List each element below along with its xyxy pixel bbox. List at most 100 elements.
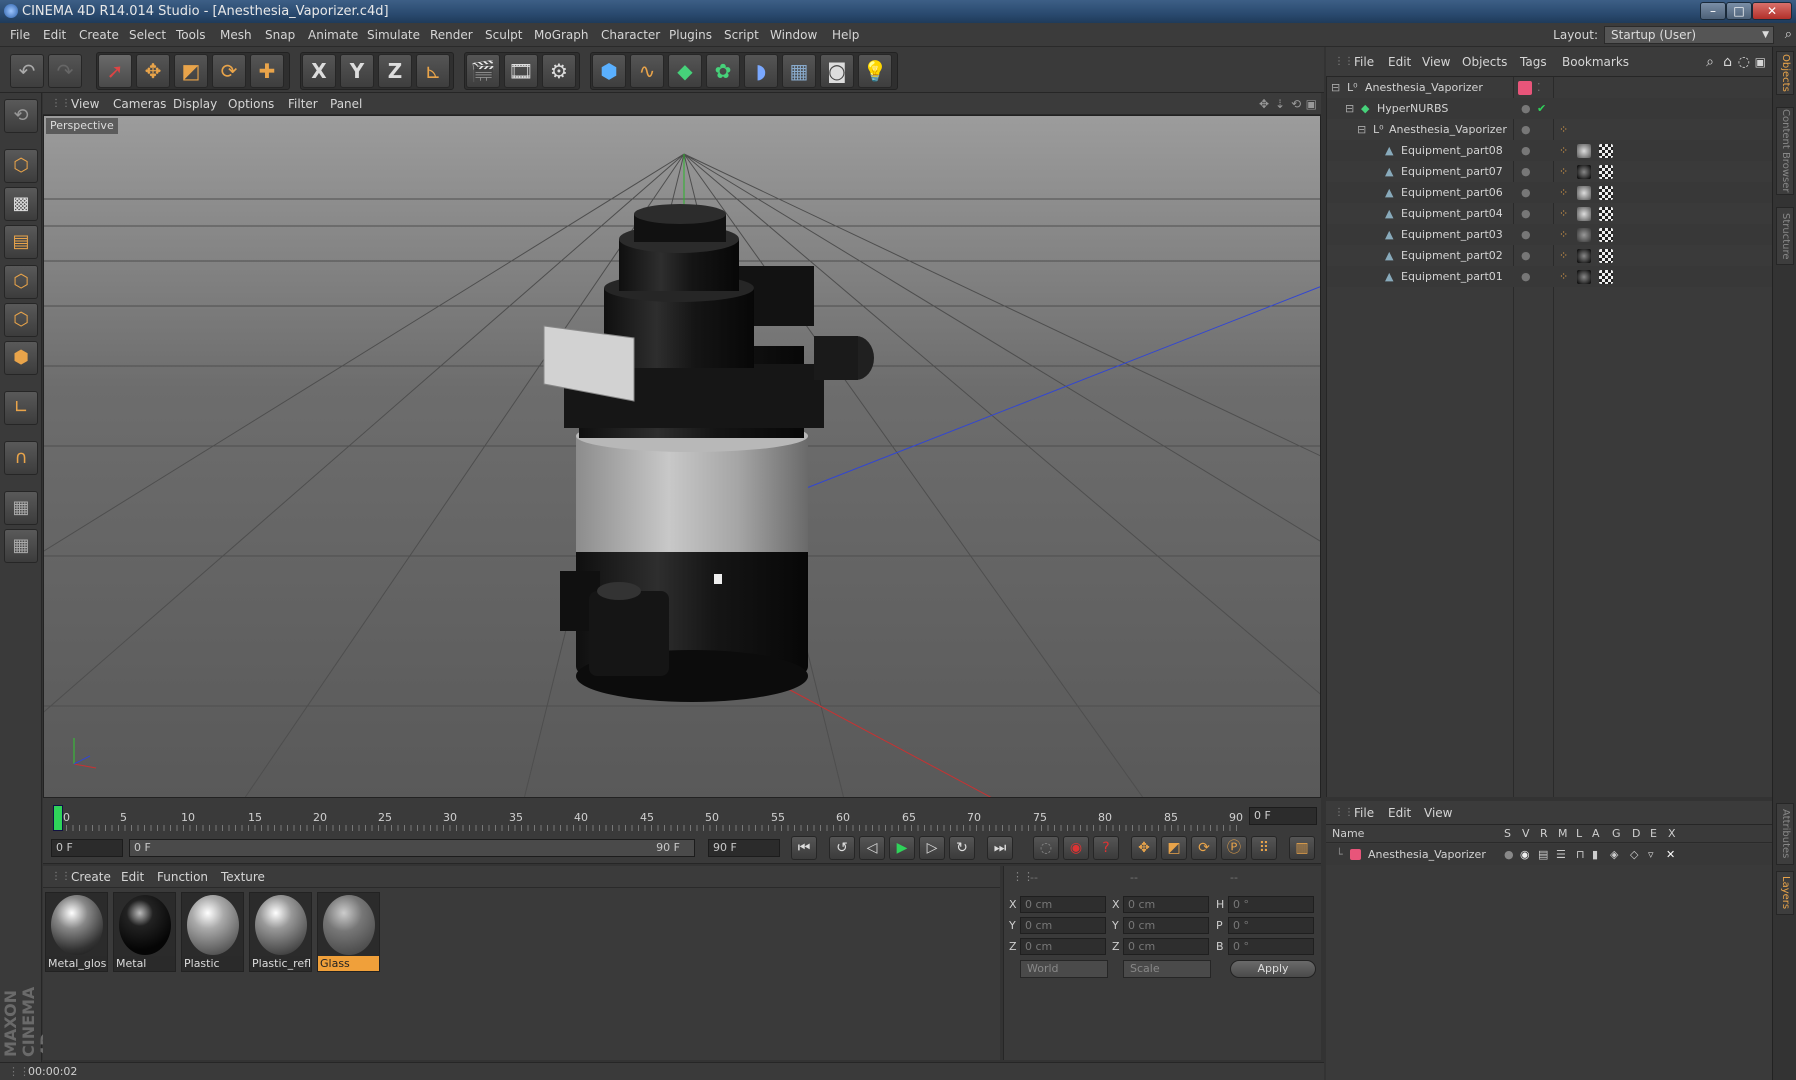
home-icon[interactable]: ⌂ [1723,50,1732,74]
frame-range-slider[interactable]: 0 F 90 F [129,839,695,857]
tree-item[interactable]: ⊟ ◆ HyperNURBS ● ✔ [1327,98,1773,119]
material-swatch[interactable]: Plastic [181,892,244,972]
phong-tag-icon[interactable]: ⁘ [1559,161,1568,182]
array-icon[interactable]: ✿ [706,54,740,88]
uvw-tag-icon[interactable] [1599,270,1613,284]
film-icon[interactable]: ▮ [1592,844,1598,865]
material-swatch[interactable]: Metal_glos [45,892,108,972]
menu-script[interactable]: Script [724,23,759,47]
grip-icon[interactable]: ⋮⋮ [51,93,71,115]
layer-row[interactable]: └ Anesthesia_Vaporizer ● ◉ ▤ ☰ ⊓ ▮ ◈ ◇ ▿… [1326,844,1772,865]
visibility-dots-icon[interactable]: ● [1521,182,1531,203]
size-z-field[interactable]: 0 cm [1123,938,1209,955]
objects-menu-view[interactable]: View [1422,50,1450,74]
undo-icon[interactable]: ↶ [10,54,44,88]
timeline-playhead[interactable] [53,805,63,831]
tree-item[interactable]: ▲ Equipment_part01 ● ⁘ [1327,266,1773,287]
autokeying-icon[interactable]: ◉ [1063,836,1089,860]
key-scale-icon[interactable]: ◩ [1161,836,1187,860]
objects-menu-tags[interactable]: Tags [1520,50,1547,74]
lock-icon[interactable]: ⊓ [1576,844,1585,865]
timeline-window-icon[interactable]: ▥ [1289,836,1315,860]
menu-window[interactable]: Window [770,23,817,47]
objects-menu-edit[interactable]: Edit [1388,50,1411,74]
material-tag-icon[interactable] [1577,186,1591,200]
close-button[interactable]: ✕ [1752,2,1792,20]
visibility-dots-icon[interactable]: ● [1521,224,1531,245]
cube-icon[interactable]: ⬢ [592,54,626,88]
tree-item[interactable]: ▲ Equipment_part04 ● ⁘ [1327,203,1773,224]
previous-frame-icon[interactable]: ◁ [859,836,885,860]
col-animation[interactable]: A [1592,827,1600,840]
new-view-icon[interactable]: ▣ [1755,50,1766,74]
layers-menu-file[interactable]: File [1354,801,1374,825]
material-swatch[interactable]: Glass [317,892,380,972]
menu-render[interactable]: Render [430,23,473,47]
last-tool-icon[interactable]: ✚ [250,54,284,88]
col-deformers[interactable]: D [1632,827,1640,840]
filter-icon[interactable]: ◌ [1738,50,1750,74]
magnet-icon[interactable]: ∩ [4,441,38,475]
rot-b-field[interactable]: 0 ° [1228,938,1314,955]
rot-h-field[interactable]: 0 ° [1228,896,1314,913]
visibility-dots-icon[interactable]: ● [1521,266,1531,287]
visibility-dots-icon[interactable]: ● [1521,245,1531,266]
menu-simulate[interactable]: Simulate [367,23,420,47]
uvw-tag-icon[interactable] [1599,186,1613,200]
workplane-icon[interactable]: ▤ [4,225,38,259]
texture-mode-icon[interactable]: ▩ [4,187,38,221]
phong-tag-icon[interactable]: ⁘ [1559,224,1568,245]
material-swatch[interactable]: Plastic_refl [249,892,312,972]
viewport-menu-panel[interactable]: Panel [330,93,362,115]
menu-plugins[interactable]: Plugins [669,23,712,47]
material-tag-icon[interactable] [1577,249,1591,263]
zoom-view-icon[interactable]: ⇣ [1275,93,1285,115]
make-editable-icon[interactable]: ⟲ [4,99,38,133]
phong-tag-icon[interactable]: ⁘ [1559,119,1568,140]
search-icon[interactable]: ⌕ [1785,23,1792,47]
spline-pen-icon[interactable]: ∿ [630,54,664,88]
axis-mode-icon[interactable]: ∟ [4,391,38,425]
tree-item[interactable]: ▲ Equipment_part08 ● ⁘ [1327,140,1773,161]
floor-icon[interactable]: ▦ [782,54,816,88]
material-menu-function[interactable]: Function [157,866,208,888]
visibility-dots-icon[interactable]: ● [1521,98,1531,119]
polygons-mode-icon[interactable]: ⬢ [4,341,38,375]
viewport-menu-options[interactable]: Options [228,93,274,115]
model-mode-icon[interactable]: ⬡ [4,149,38,183]
material-tag-icon[interactable] [1577,144,1591,158]
material-tag-icon[interactable] [1577,270,1591,284]
edit-render-settings-icon[interactable]: ⚙ [542,54,576,88]
size-y-field[interactable]: 0 cm [1123,917,1209,934]
grip-icon[interactable]: ⋮⋮ [1334,801,1354,825]
menu-sculpt[interactable]: Sculpt [485,23,522,47]
pos-y-field[interactable]: 0 cm [1020,917,1106,934]
minimize-button[interactable]: – [1700,2,1726,20]
visibility-dots-icon[interactable]: ⁚ [1537,77,1541,98]
col-render[interactable]: R [1540,827,1548,840]
visibility-dots-icon[interactable]: ● [1521,119,1531,140]
grip-icon[interactable]: ⋮⋮ [51,866,71,888]
y-axis-icon[interactable]: Y [340,54,374,88]
key-point-level-icon[interactable]: ⠿ [1251,836,1277,860]
col-generators[interactable]: G [1612,827,1621,840]
material-menu-create[interactable]: Create [71,866,111,888]
material-menu-texture[interactable]: Texture [221,866,265,888]
rotate-icon[interactable]: ⟳ [212,54,246,88]
tree-item[interactable]: ▲ Equipment_part07 ● ⁘ [1327,161,1773,182]
uvw-tag-icon[interactable] [1599,165,1613,179]
maximize-button[interactable]: □ [1726,2,1752,20]
tree-item[interactable]: ▲ Equipment_part03 ● ⁘ [1327,224,1773,245]
col-view[interactable]: V [1522,827,1530,840]
uvw-tag-icon[interactable] [1599,144,1613,158]
layout-select[interactable]: Startup (User) ▼ [1604,26,1774,44]
rot-p-field[interactable]: 0 ° [1228,917,1314,934]
menu-create[interactable]: Create [79,23,119,47]
render-picture-viewer-icon[interactable]: 🎞 [504,54,538,88]
col-locked[interactable]: L [1576,827,1582,840]
viewport-camera-label[interactable]: Perspective [46,118,118,134]
workplane-snap-icon[interactable]: ▦ [4,529,38,563]
deformer-icon[interactable]: ◗ [744,54,778,88]
perspective-viewport[interactable]: Perspective [43,115,1321,798]
render-clapper-icon[interactable]: ▤ [1538,844,1548,865]
